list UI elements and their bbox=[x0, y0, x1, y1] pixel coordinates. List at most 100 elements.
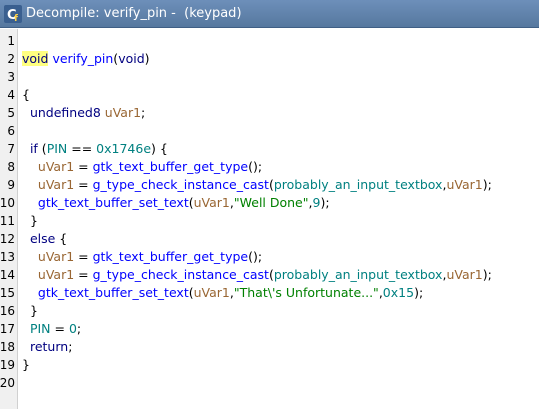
line-number: 19 bbox=[0, 358, 15, 372]
line-number: 17 bbox=[0, 322, 15, 336]
line-number: 6 bbox=[7, 124, 15, 138]
line-number: 5 bbox=[7, 106, 15, 120]
code-token: { bbox=[55, 231, 68, 246]
code-token[interactable]: 0x15 bbox=[383, 285, 414, 300]
code-token[interactable]: uVar1 bbox=[38, 177, 74, 192]
code-token[interactable]: "Well Done" bbox=[234, 195, 309, 210]
code-token: = bbox=[74, 249, 93, 264]
code-line[interactable]: } bbox=[22, 302, 38, 320]
code-line[interactable]: undefined8 uVar1; bbox=[22, 104, 145, 122]
svg-text:f: f bbox=[14, 14, 18, 23]
code-line[interactable]: } bbox=[22, 212, 38, 230]
code-line[interactable]: void verify_pin(void) bbox=[22, 50, 150, 68]
line-number: 13 bbox=[0, 250, 15, 264]
line-number: 15 bbox=[0, 286, 15, 300]
code-line[interactable]: return; bbox=[22, 338, 72, 356]
code-token[interactable]: gtk_text_buffer_get_type bbox=[93, 159, 249, 174]
code-token[interactable]: gtk_text_buffer_set_text bbox=[38, 285, 189, 300]
line-number: 20 bbox=[0, 376, 15, 390]
code-line[interactable]: uVar1 = gtk_text_buffer_get_type(); bbox=[22, 158, 262, 176]
code-token: } bbox=[22, 357, 30, 372]
code-token[interactable]: probably_an_input_textbox bbox=[274, 267, 443, 282]
code-line[interactable]: uVar1 = g_type_check_instance_cast(proba… bbox=[22, 266, 492, 284]
code-token[interactable]: uVar1 bbox=[446, 177, 482, 192]
code-token: ; bbox=[76, 321, 82, 336]
code-token[interactable]: g_type_check_instance_cast bbox=[93, 177, 269, 192]
code-token: ( bbox=[37, 141, 47, 156]
code-token: = bbox=[74, 159, 93, 174]
line-number: 3 bbox=[7, 70, 15, 84]
code-token[interactable]: uVar1 bbox=[105, 105, 141, 120]
line-number: 18 bbox=[0, 340, 15, 354]
code-token: ); bbox=[482, 267, 492, 282]
code-token[interactable]: void bbox=[22, 51, 49, 66]
code-token[interactable]: uVar1 bbox=[38, 249, 74, 264]
code-token[interactable]: uVar1 bbox=[38, 267, 74, 282]
code-line[interactable]: gtk_text_buffer_set_text(uVar1,"Well Don… bbox=[22, 194, 330, 212]
code-token[interactable]: PIN bbox=[47, 141, 68, 156]
code-token: ); bbox=[414, 285, 424, 300]
code-token: (); bbox=[248, 159, 263, 174]
code-token: ) bbox=[144, 51, 150, 66]
decompiler-icon: C f bbox=[4, 5, 22, 23]
line-number: 7 bbox=[7, 142, 15, 156]
code-token: ; bbox=[141, 105, 146, 120]
code-token[interactable]: undefined8 bbox=[30, 105, 101, 120]
line-number: 14 bbox=[0, 268, 15, 282]
code-token[interactable]: return bbox=[30, 339, 68, 354]
code-line[interactable]: gtk_text_buffer_set_text(uVar1,"That\'s … bbox=[22, 284, 423, 302]
code-token: ; bbox=[68, 339, 73, 354]
line-number: 9 bbox=[7, 178, 15, 192]
code-token[interactable]: uVar1 bbox=[194, 195, 230, 210]
line-number: 4 bbox=[7, 88, 15, 102]
code-token: ) { bbox=[151, 141, 168, 156]
code-token[interactable]: g_type_check_instance_cast bbox=[93, 267, 269, 282]
code-line[interactable]: { bbox=[22, 86, 30, 104]
code-token[interactable]: if bbox=[30, 141, 38, 156]
code-token[interactable]: 0 bbox=[69, 321, 77, 336]
code-token[interactable]: else bbox=[30, 231, 55, 246]
line-number: 2 bbox=[7, 52, 15, 66]
code-token[interactable]: gtk_text_buffer_set_text bbox=[38, 195, 189, 210]
code-token: (); bbox=[248, 249, 263, 264]
code-token[interactable]: PIN bbox=[30, 321, 51, 336]
line-number: 12 bbox=[0, 232, 15, 246]
code-line[interactable]: uVar1 = gtk_text_buffer_get_type(); bbox=[22, 248, 262, 266]
code-token[interactable]: 0x1746e bbox=[96, 141, 151, 156]
code-token[interactable]: void bbox=[118, 51, 144, 66]
code-line[interactable]: if (PIN == 0x1746e) { bbox=[22, 140, 168, 158]
code-token[interactable]: probably_an_input_textbox bbox=[274, 177, 443, 192]
code-token[interactable]: uVar1 bbox=[194, 285, 230, 300]
code-token: = bbox=[50, 321, 69, 336]
code-token[interactable]: uVar1 bbox=[446, 267, 482, 282]
code-line[interactable]: PIN = 0; bbox=[22, 320, 81, 338]
window-titlebar: C f Decompile: verify_pin - (keypad) bbox=[0, 0, 539, 28]
window-title: Decompile: verify_pin - (keypad) bbox=[26, 6, 242, 21]
code-token[interactable]: uVar1 bbox=[38, 159, 74, 174]
code-line[interactable]: uVar1 = g_type_check_instance_cast(proba… bbox=[22, 176, 492, 194]
decompiler-editor[interactable]: 1 2 3 4 5 6 7 8 9 10 11 12 13 14 15 16 17 18 19 20 void ver… bbox=[0, 29, 539, 409]
code-line[interactable]: else { bbox=[22, 230, 67, 248]
code-token: { bbox=[22, 87, 30, 102]
code-token[interactable]: "That\'s Unfortunate..." bbox=[234, 285, 379, 300]
code-token: = bbox=[74, 177, 93, 192]
code-token: } bbox=[22, 213, 38, 228]
code-token[interactable]: gtk_text_buffer_get_type bbox=[93, 249, 249, 264]
code-token: ); bbox=[320, 195, 330, 210]
code-token: } bbox=[22, 303, 38, 318]
code-token[interactable]: verify_pin bbox=[52, 51, 113, 66]
code-token: == bbox=[67, 141, 97, 156]
code-token: ); bbox=[482, 177, 492, 192]
code-token: = bbox=[74, 267, 93, 282]
line-number: 16 bbox=[0, 304, 15, 318]
code-line[interactable]: } bbox=[22, 356, 30, 374]
